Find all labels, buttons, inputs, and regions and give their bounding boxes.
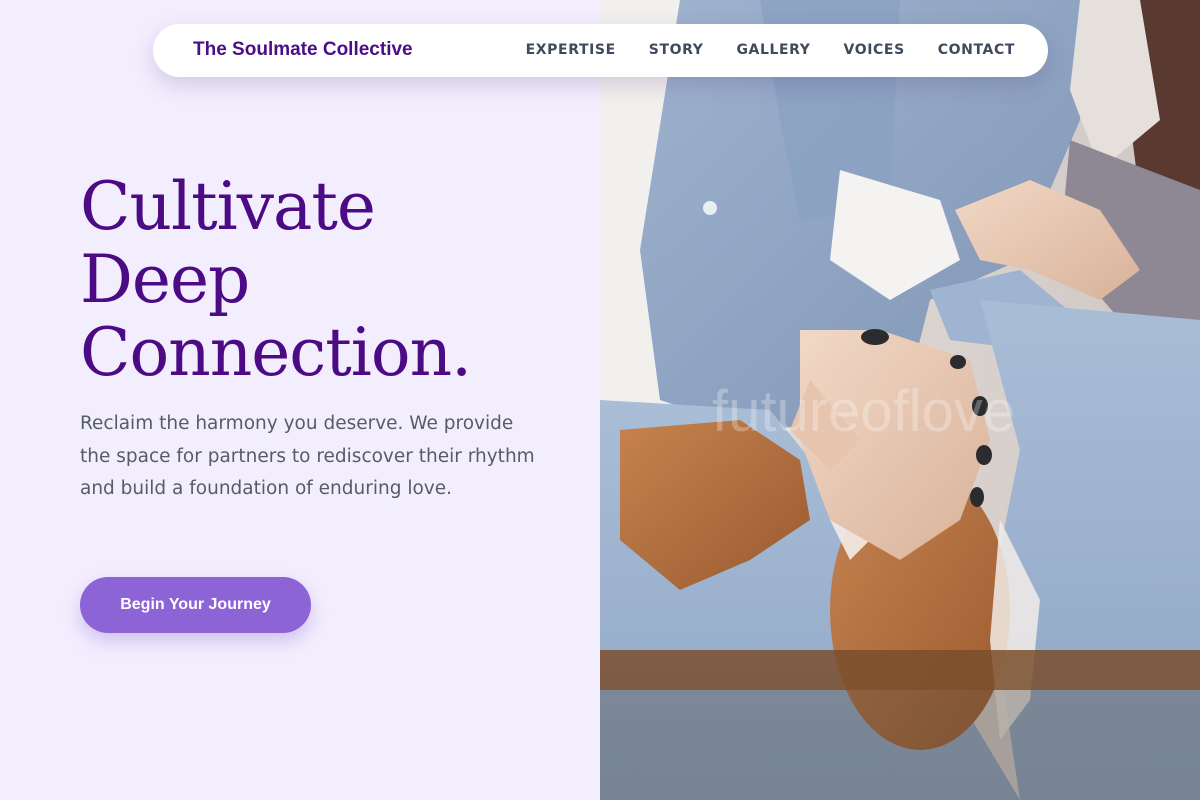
nav-expertise[interactable]: EXPERTISE [526, 42, 616, 58]
nav-contact[interactable]: CONTACT [938, 42, 1015, 58]
headline-line-2: Deep [80, 241, 250, 318]
nav-voices[interactable]: VOICES [844, 42, 905, 58]
nav-links: EXPERTISE STORY GALLERY VOICES CONTACT [493, 42, 1015, 58]
hero-headline: Cultivate Deep Connection. [80, 170, 580, 389]
hero-description: Reclaim the harmony you deserve. We prov… [80, 413, 535, 499]
nav-story[interactable]: STORY [649, 42, 704, 58]
headline-line-1: Cultivate [80, 168, 376, 245]
hero-left-panel [0, 0, 600, 800]
begin-journey-button[interactable]: Begin Your Journey [80, 577, 311, 633]
brand-logo[interactable]: The Soulmate Collective [193, 39, 413, 61]
top-navigation: The Soulmate Collective EXPERTISE STORY … [153, 24, 1048, 77]
nav-gallery[interactable]: GALLERY [736, 42, 810, 58]
headline-line-3: Connection. [80, 314, 472, 391]
image-watermark: futureoflove [712, 379, 1016, 444]
